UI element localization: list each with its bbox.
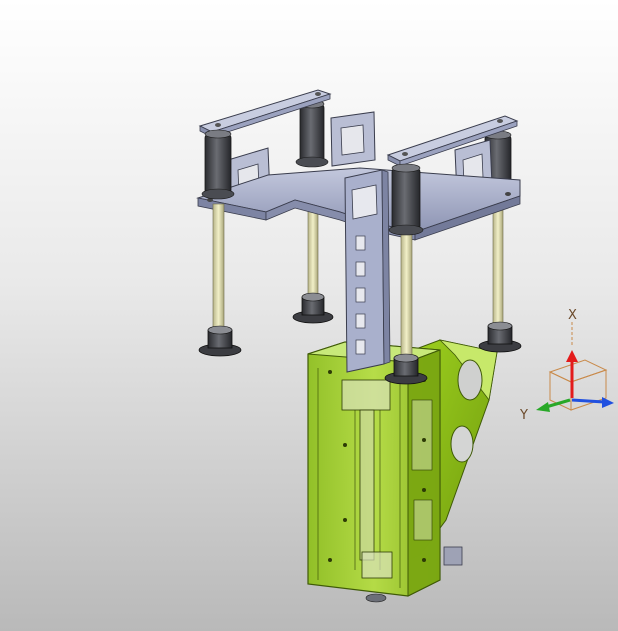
bracket-center-back[interactable] bbox=[330, 111, 376, 167]
foot-mount-front-left[interactable] bbox=[198, 325, 242, 357]
foot-mount-back-left[interactable] bbox=[292, 292, 334, 324]
cad-model[interactable] bbox=[0, 0, 618, 631]
cad-viewport[interactable]: X Y bbox=[0, 0, 618, 631]
damper-front-right[interactable] bbox=[388, 163, 424, 236]
foot-mount-back-right[interactable] bbox=[478, 321, 522, 353]
vertical-link-arm[interactable] bbox=[344, 169, 391, 373]
guide-rod-front-left[interactable] bbox=[212, 203, 225, 333]
guide-rod-front-right[interactable] bbox=[400, 227, 413, 363]
damper-front-left[interactable] bbox=[201, 129, 235, 200]
damper-back-left[interactable] bbox=[295, 99, 329, 168]
